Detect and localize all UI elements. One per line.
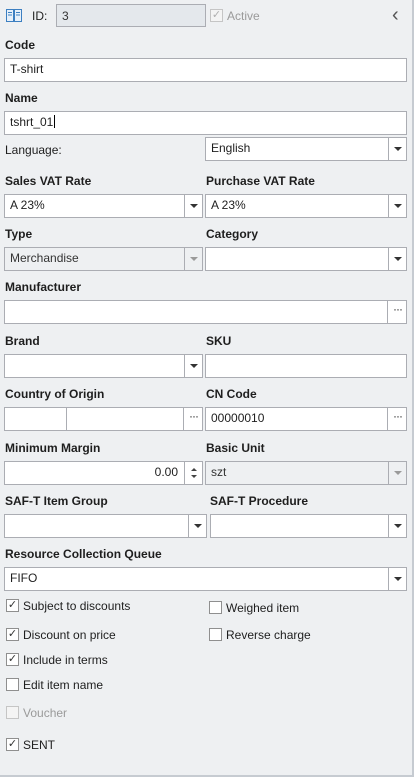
cn-code-input[interactable]: 00000010 ···	[205, 407, 407, 431]
chevron-down-icon[interactable]	[388, 515, 406, 537]
category-label: Category	[206, 227, 259, 241]
browse-button[interactable]: ···	[387, 301, 406, 323]
subject-to-discounts-label: Subject to discounts	[23, 599, 131, 613]
edit-item-name-checkbox[interactable]	[6, 678, 19, 691]
reverse-charge-checkbox[interactable]	[209, 628, 222, 641]
name-value: tshrt_01	[10, 115, 54, 129]
check-icon: ✓	[7, 653, 18, 665]
weighed-item-checkbox[interactable]	[209, 601, 222, 614]
browse-button[interactable]: ···	[387, 408, 406, 430]
id-field[interactable]: 3	[56, 4, 206, 27]
active-checkbox[interactable]: ✓	[210, 9, 223, 22]
check-icon: ✓	[7, 738, 18, 750]
code-label: Code	[5, 38, 35, 52]
book-icon	[6, 8, 23, 24]
queue-value: FIFO	[10, 571, 38, 585]
language-label: Language:	[5, 143, 62, 157]
queue-label: Resource Collection Queue	[5, 547, 162, 561]
code-value: T-shirt	[10, 62, 44, 76]
sales-vat-value: A 23%	[10, 198, 45, 212]
purchase-vat-label: Purchase VAT Rate	[206, 174, 315, 188]
brand-select[interactable]	[4, 354, 203, 378]
id-label: ID:	[32, 9, 48, 23]
sku-input[interactable]	[205, 354, 407, 378]
discount-on-price-checkbox[interactable]: ✓	[6, 628, 19, 641]
purchase-vat-select[interactable]: A 23%	[205, 194, 407, 218]
min-margin-value: 0.00	[154, 465, 178, 479]
chevron-down-icon[interactable]	[388, 462, 406, 484]
cn-code-label: CN Code	[206, 387, 257, 401]
saft-procedure-select[interactable]	[210, 514, 407, 538]
basic-unit-select[interactable]: szt	[205, 461, 407, 485]
discount-on-price-label: Discount on price	[23, 628, 116, 642]
type-value: Merchandise	[10, 251, 79, 265]
chevron-down-icon[interactable]	[388, 138, 406, 160]
chevron-down-icon[interactable]	[184, 248, 202, 270]
country-name-input[interactable]: ···	[66, 407, 203, 431]
chevron-down-icon[interactable]	[388, 248, 406, 270]
basic-unit-value: szt	[211, 465, 227, 479]
include-in-terms-label: Include in terms	[23, 653, 108, 667]
check-icon: ✓	[7, 599, 18, 611]
cn-code-value: 00000010	[211, 411, 265, 425]
name-label: Name	[5, 91, 38, 105]
saft-group-label: SAF-T Item Group	[5, 494, 108, 508]
manufacturer-input[interactable]: ···	[4, 300, 407, 324]
active-label: Active	[227, 9, 260, 23]
subject-to-discounts-checkbox[interactable]: ✓	[6, 599, 19, 612]
chevron-down-icon[interactable]	[184, 195, 202, 217]
edit-item-name-label: Edit item name	[23, 678, 104, 692]
text-caret	[54, 115, 56, 128]
collapse-chevron-icon[interactable]: ‹	[392, 4, 399, 26]
sent-checkbox[interactable]: ✓	[6, 738, 19, 751]
item-details-panel: ID: 3 ✓ Active ‹ Code T-shirt Name tshrt…	[0, 0, 414, 777]
saft-group-select[interactable]	[4, 514, 207, 538]
reverse-charge-label: Reverse charge	[226, 628, 311, 642]
weighed-item-label: Weighed item	[226, 601, 300, 615]
check-icon: ✓	[7, 628, 18, 640]
saft-procedure-label: SAF-T Procedure	[210, 494, 309, 508]
voucher-label: Voucher	[23, 706, 68, 720]
country-code-input[interactable]	[4, 407, 67, 431]
chevron-down-icon[interactable]	[388, 195, 406, 217]
purchase-vat-value: A 23%	[211, 198, 246, 212]
basic-unit-label: Basic Unit	[206, 441, 265, 455]
type-select[interactable]: Merchandise	[4, 247, 203, 271]
manufacturer-label: Manufacturer	[5, 280, 82, 294]
language-select[interactable]: English	[205, 137, 407, 161]
include-in-terms-checkbox[interactable]: ✓	[6, 653, 19, 666]
sku-label: SKU	[206, 334, 232, 348]
chevron-down-icon[interactable]	[188, 515, 206, 537]
min-margin-stepper[interactable]: 0.00	[4, 461, 203, 485]
sent-label: SENT	[23, 738, 56, 752]
id-value: 3	[62, 9, 69, 23]
code-input[interactable]: T-shirt	[4, 58, 407, 82]
browse-button[interactable]: ···	[183, 408, 202, 430]
language-value: English	[211, 141, 251, 155]
brand-label: Brand	[5, 334, 40, 348]
sales-vat-select[interactable]: A 23%	[4, 194, 203, 218]
country-label: Country of Origin	[5, 387, 105, 401]
min-margin-label: Minimum Margin	[5, 441, 101, 455]
category-select[interactable]	[205, 247, 407, 271]
check-icon: ✓	[211, 9, 222, 21]
stepper-arrows-icon[interactable]	[184, 462, 202, 484]
name-input[interactable]: tshrt_01	[4, 111, 407, 135]
chevron-down-icon[interactable]	[388, 568, 406, 590]
chevron-down-icon[interactable]	[184, 355, 202, 377]
voucher-checkbox[interactable]	[6, 706, 19, 719]
type-label: Type	[5, 227, 33, 241]
queue-select[interactable]: FIFO	[4, 567, 407, 591]
sales-vat-label: Sales VAT Rate	[5, 174, 92, 188]
